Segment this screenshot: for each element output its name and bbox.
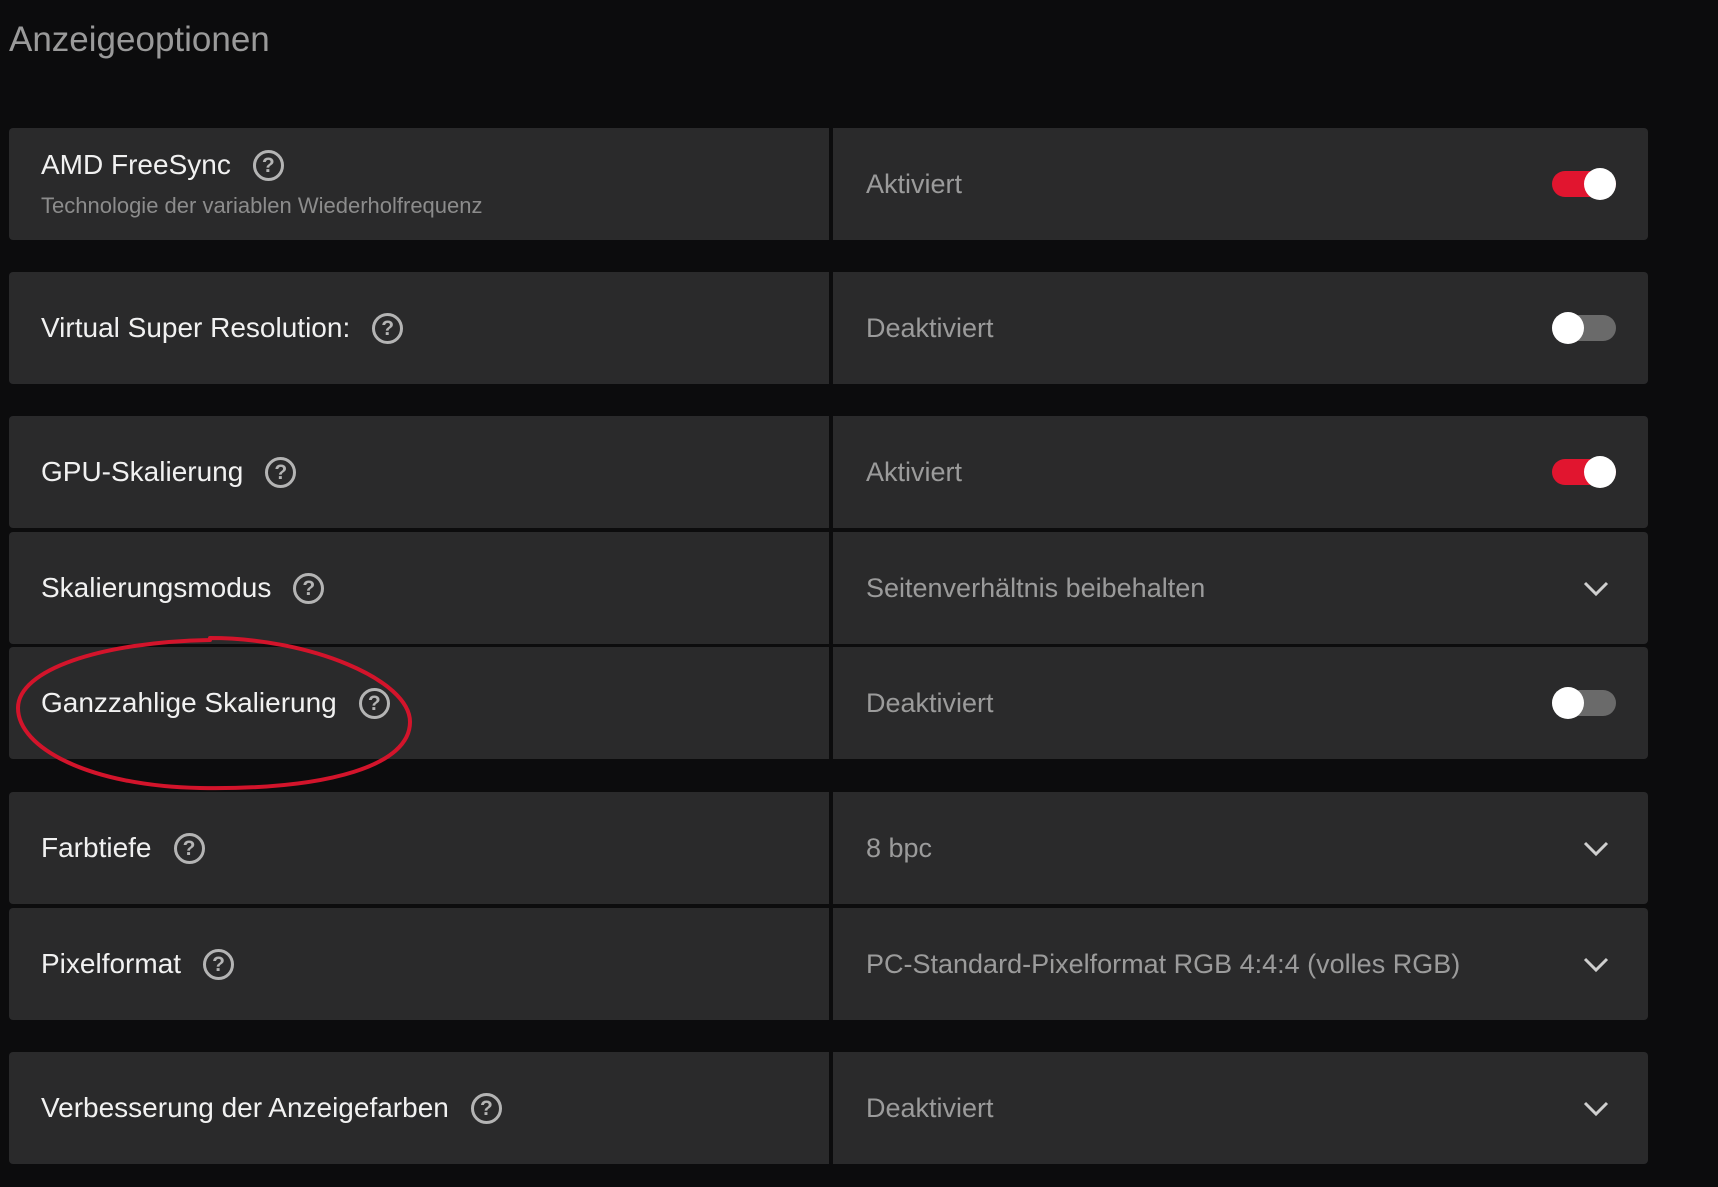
setting-row-pixel-format: Pixelformat ? PC-Standard-Pixelformat RG… [9,908,1648,1020]
setting-value: Seitenverhältnis beibehalten [866,572,1206,603]
pixel-format-dropdown[interactable]: PC-Standard-Pixelformat RGB 4:4:4 (volle… [833,908,1648,1020]
question-circle-icon[interactable]: ? [252,149,284,181]
chevron-down-icon [1583,1101,1609,1117]
setting-row-scaling-mode: Skalierungsmodus ? Seitenverhältnis beib… [9,532,1648,644]
setting-value: 8 bpc [866,832,933,863]
gpu-scaling-toggle[interactable] [1552,456,1616,488]
scaling-mode-dropdown[interactable]: Seitenverhältnis beibehalten [833,532,1648,644]
chevron-down-icon [1583,581,1609,597]
setting-value-cell: Deaktiviert [833,647,1648,759]
color-enhancement-dropdown[interactable]: Deaktiviert [833,1052,1648,1164]
setting-label: Virtual Super Resolution: [41,312,351,343]
setting-row-gpu-scaling: GPU-Skalierung ? Aktiviert [9,416,1648,528]
question-circle-icon[interactable]: ? [358,687,390,719]
display-options-page: Anzeigeoptionen AMD FreeSync ? Technolog… [0,0,1718,1187]
setting-label-cell: Verbesserung der Anzeigefarben ? [9,1052,829,1164]
setting-label-cell: AMD FreeSync ? Technologie der variablen… [9,128,829,240]
setting-value-cell: Deaktiviert [833,272,1648,384]
setting-label: Verbesserung der Anzeigefarben [41,1092,449,1123]
setting-value: PC-Standard-Pixelformat RGB 4:4:4 (volle… [866,948,1461,979]
setting-label: Farbtiefe [41,832,152,863]
chevron-down-icon [1583,841,1609,857]
setting-value: Deaktiviert [866,687,994,718]
setting-value: Deaktiviert [866,312,994,343]
setting-label: Ganzzahlige Skalierung [41,687,337,718]
freesync-toggle[interactable] [1552,168,1616,200]
chevron-down-icon [1583,957,1609,973]
setting-label: Pixelformat [41,948,182,979]
question-circle-icon[interactable]: ? [203,948,235,980]
toggle-knob [1584,456,1616,488]
question-circle-icon[interactable]: ? [372,312,404,344]
question-circle-icon[interactable]: ? [173,832,205,864]
section-title: Anzeigeoptionen [9,20,270,59]
toggle-knob [1584,168,1616,200]
question-circle-icon[interactable]: ? [470,1092,502,1124]
question-circle-icon[interactable]: ? [265,456,297,488]
setting-value: Deaktiviert [866,1092,994,1123]
toggle-knob [1552,312,1584,344]
setting-label-cell: GPU-Skalierung ? [9,416,829,528]
toggle-knob [1552,687,1584,719]
setting-label: Skalierungsmodus [41,572,272,603]
setting-label-cell: Virtual Super Resolution: ? [9,272,829,384]
setting-value: Aktiviert [866,168,963,199]
setting-row-color-depth: Farbtiefe ? 8 bpc [9,792,1648,904]
setting-label-cell: Skalierungsmodus ? [9,532,829,644]
setting-row-freesync: AMD FreeSync ? Technologie der variablen… [9,128,1648,240]
setting-label-cell: Ganzzahlige Skalierung ? [9,647,829,759]
setting-label: GPU-Skalierung [41,456,244,487]
integer-scaling-toggle[interactable] [1552,687,1616,719]
setting-label: AMD FreeSync [41,149,231,180]
setting-value: Aktiviert [866,456,963,487]
setting-row-vsr: Virtual Super Resolution: ? Deaktiviert [9,272,1648,384]
color-depth-dropdown[interactable]: 8 bpc [833,792,1648,904]
setting-label-cell: Farbtiefe ? [9,792,829,904]
question-circle-icon[interactable]: ? [293,572,325,604]
setting-sublabel: Technologie der variablen Wiederholfrequ… [41,193,483,218]
setting-row-color-enhancement: Verbesserung der Anzeigefarben ? Deaktiv… [9,1052,1648,1164]
setting-value-cell: Aktiviert [833,416,1648,528]
setting-row-integer-scaling: Ganzzahlige Skalierung ? Deaktiviert [9,647,1648,759]
setting-value-cell: Aktiviert [833,128,1648,240]
vsr-toggle[interactable] [1552,312,1616,344]
setting-label-cell: Pixelformat ? [9,908,829,1020]
